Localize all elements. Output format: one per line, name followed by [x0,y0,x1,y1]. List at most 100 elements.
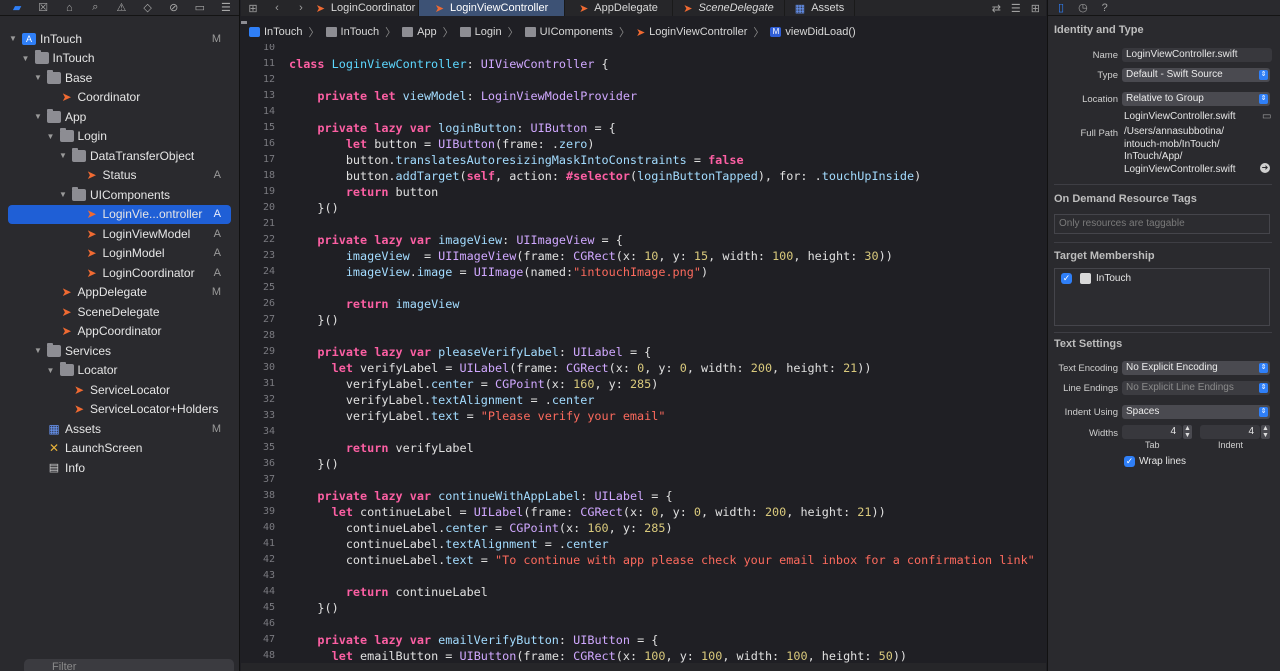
editor-tab[interactable]: ➤ SceneDelegate [673,0,785,16]
indent-width-stepper[interactable]: ▲ ▼ [1261,425,1270,439]
breadcrumb-item[interactable]: ➤ LoginViewController [636,26,747,39]
assets-icon: ▦ [794,2,806,15]
navigator-item[interactable]: ▦ Assets M [0,419,239,439]
navigator-item[interactable]: ▼ App [0,107,239,127]
text-encoding-popup[interactable]: No Explicit Encoding ⇕ [1122,361,1270,375]
editor-tab[interactable]: ➤ LoginCoordinator [313,0,419,16]
navigator-item[interactable]: ▤ Info [0,458,239,478]
disclosure-triangle-icon[interactable]: ▼ [46,132,56,141]
help-icon[interactable]: ? [1102,2,1108,14]
info-plist-icon: ▤ [48,461,60,474]
file-inspector-icon[interactable]: ▯ [1058,1,1064,14]
name-field[interactable]: LoginViewController.swift [1122,48,1272,62]
find-navigator-icon[interactable]: ⌕ [82,0,108,16]
navigator-item[interactable]: ▼ Login [0,127,239,147]
navigator-item-label: LoginCoordinator [102,265,195,280]
breadcrumb-label: Login [474,26,502,38]
navigator-item[interactable]: ➤ Status A [0,166,239,186]
editor-tab[interactable]: ➤ AppDelegate [565,0,673,16]
navigator-item[interactable]: ➤ ServiceLocator+Holders [0,400,239,420]
editor-tab[interactable]: ➤ LoginViewController [419,0,565,16]
navigator-item[interactable]: ▼ InTouch [0,49,239,69]
disclosure-triangle-icon[interactable]: ▼ [8,34,18,43]
code-text: return verifyLabel [345,441,474,455]
line-number: 26 [262,298,275,309]
chevron-right-icon[interactable]: › [289,2,313,14]
reveal-arrow-icon[interactable]: ➜ [1260,163,1270,173]
breadcrumb-item[interactable]: InTouch [325,26,379,38]
grid-icon[interactable]: ⊞ [241,2,265,15]
swift-file-icon: ➤ [579,2,589,15]
add-editor-icon[interactable]: ⊞ [1031,2,1040,15]
folder-icon[interactable]: ▰ [4,0,30,16]
navigator-item-label: DataTransferObject [90,148,195,163]
navigator-item[interactable]: ➤ LoginModel A [0,244,239,264]
issue-navigator-icon[interactable]: ⚠ [108,0,134,16]
launchscreen-icon: ✕ [48,441,60,456]
navigator-item[interactable]: ➤ LoginCoordinator A [0,263,239,283]
line-number: 45 [262,602,275,613]
disclosure-triangle-icon[interactable]: ▼ [58,190,68,199]
swift-file-icon: ➤ [86,168,97,183]
navigator-item[interactable]: ▼ Locator [0,361,239,381]
code-area[interactable]: 10 11 class LoginViewController: UIViewCon… [241,44,1046,663]
breadcrumb-item[interactable]: MviewDidLoad() [770,26,856,38]
divider [1054,332,1272,333]
navigator-item[interactable]: ▼ Services [0,341,239,361]
line-number: 17 [262,154,275,165]
test-navigator-icon[interactable]: ◇ [135,0,161,16]
refresh-icon[interactable]: ⇄ [992,2,1001,15]
type-popup[interactable]: Default - Swift Source ⇕ [1122,68,1270,82]
indent-width-field[interactable]: 4 [1200,425,1260,439]
source-control-icon[interactable]: ☒ [30,0,56,16]
breadcrumb-item[interactable]: Login [459,26,502,38]
line-endings-popup[interactable]: No Explicit Line Endings ⇕ [1122,381,1270,395]
tab-width-field[interactable]: 4 [1122,425,1182,439]
app-target-icon [1080,273,1091,284]
disclosure-triangle-icon[interactable]: ▼ [21,54,31,63]
navigator-item[interactable]: ➤ AppDelegate M [0,283,239,303]
breadcrumb-item[interactable]: UIComponents [524,26,613,38]
chevron-left-icon[interactable]: ‹ [265,2,289,14]
breadcrumb-item[interactable]: App [402,26,437,38]
code-text: return continueLabel [345,585,488,599]
breadcrumb-item[interactable]: InTouch [249,26,303,38]
navigator-item[interactable]: ➤ SceneDelegate [0,302,239,322]
debug-navigator-icon[interactable]: ⊘ [161,0,187,16]
breakpoint-navigator-icon[interactable]: ▭ [187,0,213,16]
indent-using-popup[interactable]: Spaces ⇕ [1122,405,1270,419]
wrap-lines-label: Wrap lines [1139,456,1187,467]
method-icon: M [770,27,782,37]
swift-file-icon: ➤ [86,265,97,280]
navigator-item[interactable]: ▼ UIComponents [0,185,239,205]
disclosure-triangle-icon[interactable]: ▼ [33,112,43,121]
navigator-item[interactable]: ▼ Base [0,68,239,88]
disclosure-triangle-icon[interactable]: ▼ [33,346,43,355]
navigator-item[interactable]: ▼ DataTransferObject [0,146,239,166]
editor-options-icon[interactable]: ☰ [1011,2,1021,15]
symbol-navigator-icon[interactable]: ⌂ [56,0,82,16]
disclosure-triangle-icon[interactable]: ▼ [33,73,43,82]
history-icon[interactable]: ◷ [1078,1,1088,14]
navigator-item[interactable]: ➤ AppCoordinator [0,322,239,342]
code-text: private lazy var continueWithAppLabel: U… [317,489,673,503]
report-navigator-icon[interactable]: ☰ [213,0,239,16]
navigator-item[interactable]: ➤ LoginVie...ontroller A [8,204,231,224]
disclosure-triangle-icon[interactable]: ▼ [46,366,56,375]
wrap-lines-checkbox[interactable]: ✓ [1124,456,1135,467]
location-popup[interactable]: Relative to Group ⇕ [1122,92,1270,106]
navigator-item[interactable]: ✕ LaunchScreen [0,439,239,459]
target-checkbox[interactable]: ✓ [1061,273,1072,284]
navigator-item[interactable]: ➤ ServiceLocator [0,380,239,400]
editor-options: ⇄ ☰ ⊞ [992,0,1040,16]
tab-width-stepper[interactable]: ▲ ▼ [1183,425,1192,439]
navigator-item[interactable]: ➤ LoginViewModel A [0,224,239,244]
line-number: 35 [262,442,275,453]
disclosure-triangle-icon[interactable]: ▼ [58,151,68,160]
navigator-filter-input[interactable]: Filter [24,659,234,671]
navigator-item[interactable]: ➤ Coordinator [0,88,239,108]
folder-icon[interactable]: ▭ [1262,111,1271,122]
editor-tab[interactable]: ▦ Assets [785,0,855,16]
line-number: 37 [262,474,275,485]
navigator-item[interactable]: ▼ A InTouch M [0,29,239,49]
